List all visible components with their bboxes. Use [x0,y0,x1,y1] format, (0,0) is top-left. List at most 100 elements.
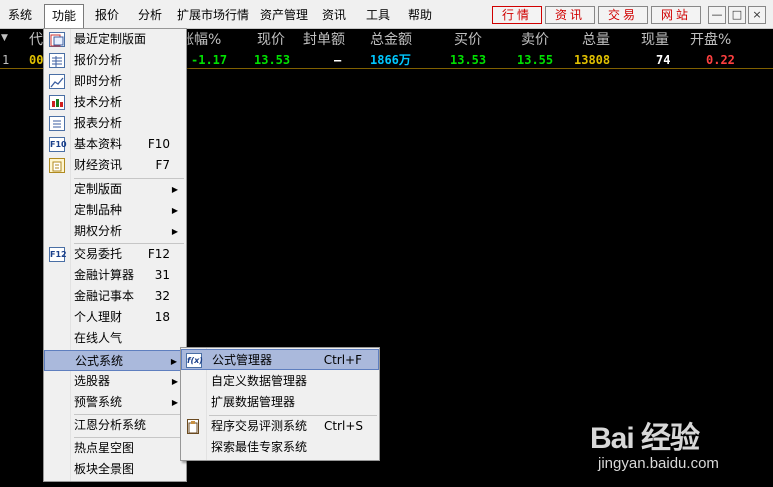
submenu-item-extended-data-manager[interactable]: 扩展数据管理器 [181,392,379,413]
menu-item-alert-system[interactable]: 预警系统 ▶ [44,392,186,413]
menu-item-label: 金融记事本 [74,289,135,303]
menu-item-gann-analysis[interactable]: 江恩分析系统 [44,415,186,436]
submenu-item-custom-data-manager[interactable]: 自定义数据管理器 [181,371,379,392]
header-seal-amount[interactable]: 封单额 [303,30,345,50]
submenu-arrow-icon: ▶ [171,185,178,194]
menu-item-recent-layout[interactable]: 最近定制版面 [44,29,186,50]
menu-help[interactable]: 帮助 [408,5,432,25]
header-price[interactable]: 现价 [257,30,285,50]
row-total-amount: 1866万 [370,53,411,67]
f12-icon: F12 [49,247,67,262]
header-volume[interactable]: 总量 [582,30,610,50]
line-chart-icon [49,74,65,89]
row-ask: 13.55 [517,53,554,67]
row-price: 13.53 [254,53,291,67]
menu-item-label: 定制品种 [74,203,123,217]
menu-item-label: 热点星空图 [74,441,135,455]
f10-icon: F10 [49,137,67,152]
baidu-jingyan-watermark: Bai 经验 jingyan.baidu.com [590,405,770,480]
menu-item-label: 江恩分析系统 [74,418,147,432]
header-total-amount[interactable]: 总金额 [370,30,412,50]
menu-analysis[interactable]: 分析 [138,5,162,25]
menu-item-label: 报价分析 [74,53,123,67]
menu-item-custom-layout[interactable]: 定制版面 ▶ [44,179,186,200]
submenu-item-label: 扩展数据管理器 [211,395,296,409]
menu-extended-market[interactable]: 扩展市场行情 [177,5,249,25]
row-seal-amount: — [334,53,342,67]
menu-item-formula-system[interactable]: 公式系统 ▶ [44,350,186,371]
header-bid[interactable]: 买价 [454,30,482,50]
menu-item-label: 金融计算器 [74,268,135,282]
header-ask[interactable]: 卖价 [521,30,549,50]
submenu-arrow-icon: ▶ [170,357,177,366]
menu-item-stock-screener[interactable]: 选股器 ▶ [44,371,186,392]
restore-button[interactable]: □ [728,6,746,24]
close-button[interactable]: × [748,6,766,24]
menu-item-online-popularity[interactable]: 在线人气 [44,328,186,349]
minimize-button[interactable]: — [708,6,726,24]
clipboard-icon [187,419,199,434]
row-current-volume: 74 [656,53,671,67]
quick-button-market[interactable]: 行情 [492,6,542,24]
menu-item-label: 个人理财 [74,310,123,324]
submenu-item-label: 自定义数据管理器 [211,374,308,388]
header-open-pct[interactable]: 开盘% [690,30,731,50]
row-volume: 13808 [574,53,611,67]
menu-item-finance-news[interactable]: 财经资讯 F7 [44,155,186,176]
menu-item-quote-analysis[interactable]: 报价分析 [44,50,186,71]
menu-item-personal-finance[interactable]: 个人理财 18 [44,307,186,328]
quick-button-trade[interactable]: 交易 [598,6,648,24]
menu-item-financial-calculator[interactable]: 金融计算器 31 [44,265,186,286]
submenu-item-label: 公式管理器 [212,353,273,367]
menu-item-shortcut: F10 [147,137,170,151]
submenu-item-program-trading-eval[interactable]: 程序交易评测系统 Ctrl+S [181,416,379,437]
menu-item-shortcut: 31 [154,268,170,282]
menu-function[interactable]: 功能 [44,4,85,29]
header-code[interactable]: 代 [29,30,43,50]
row-open-pct: 0.22 [706,53,735,67]
menu-asset-management[interactable]: 资产管理 [260,5,308,25]
menu-item-trade-order[interactable]: F12 交易委托 F12 [44,244,186,265]
candlestick-icon [49,95,65,110]
menu-item-label: 基本资料 [74,137,123,151]
menu-item-label: 期权分析 [74,224,123,238]
watermark-brand: Bai 经验 [590,422,700,455]
quick-button-news[interactable]: 资讯 [545,6,595,24]
submenu-arrow-icon: ▶ [171,227,178,236]
submenu-arrow-icon: ▶ [171,377,178,386]
row-index: 1 [2,53,10,67]
menu-quote[interactable]: 报价 [95,5,119,25]
submenu-arrow-icon: ▶ [171,398,178,407]
menu-item-shortcut: F12 [147,247,170,261]
menu-item-realtime-analysis[interactable]: 即时分析 [44,71,186,92]
menu-item-label: 定制版面 [74,182,123,196]
menu-item-technical-analysis[interactable]: 技术分析 [44,92,186,113]
menu-item-label: 交易委托 [74,247,123,261]
menu-item-financial-notebook[interactable]: 金融记事本 32 [44,286,186,307]
menu-item-label: 财经资讯 [74,158,123,172]
submenu-item-formula-manager[interactable]: f(x) 公式管理器 Ctrl+F [181,349,379,370]
menu-item-shortcut: F7 [155,158,170,172]
menu-bar: 系统 功能 报价 分析 扩展市场行情 资产管理 资讯 工具 帮助 行情 资讯 交… [0,0,773,29]
menu-item-label: 预警系统 [74,395,123,409]
submenu-item-expert-system-explore[interactable]: 探索最佳专家系统 [181,437,379,458]
quick-button-website[interactable]: 网站 [651,6,701,24]
menu-item-label: 板块全景图 [74,462,135,476]
menu-item-basic-info[interactable]: F10 基本资料 F10 [44,134,186,155]
menu-item-hotspot-starmap[interactable]: 热点星空图 [44,438,186,459]
menu-item-report-analysis[interactable]: 报表分析 [44,113,186,134]
menu-news[interactable]: 资讯 [322,5,346,25]
menu-tools[interactable]: 工具 [366,5,390,25]
watermark-url: jingyan.baidu.com [598,455,719,472]
menu-item-label: 技术分析 [74,95,123,109]
row-code[interactable]: 00 [29,51,43,69]
quote-grid-icon [49,53,65,68]
menu-system[interactable]: 系统 [8,5,32,25]
menu-item-custom-symbols[interactable]: 定制品种 ▶ [44,200,186,221]
menu-item-label: 选股器 [74,374,111,388]
menu-item-sector-panorama[interactable]: 板块全景图 [44,459,186,480]
recent-layout-icon [49,32,65,47]
menu-item-options-analysis[interactable]: 期权分析 ▶ [44,221,186,242]
header-current-volume[interactable]: 现量 [641,30,669,50]
menu-item-label: 在线人气 [74,331,123,345]
